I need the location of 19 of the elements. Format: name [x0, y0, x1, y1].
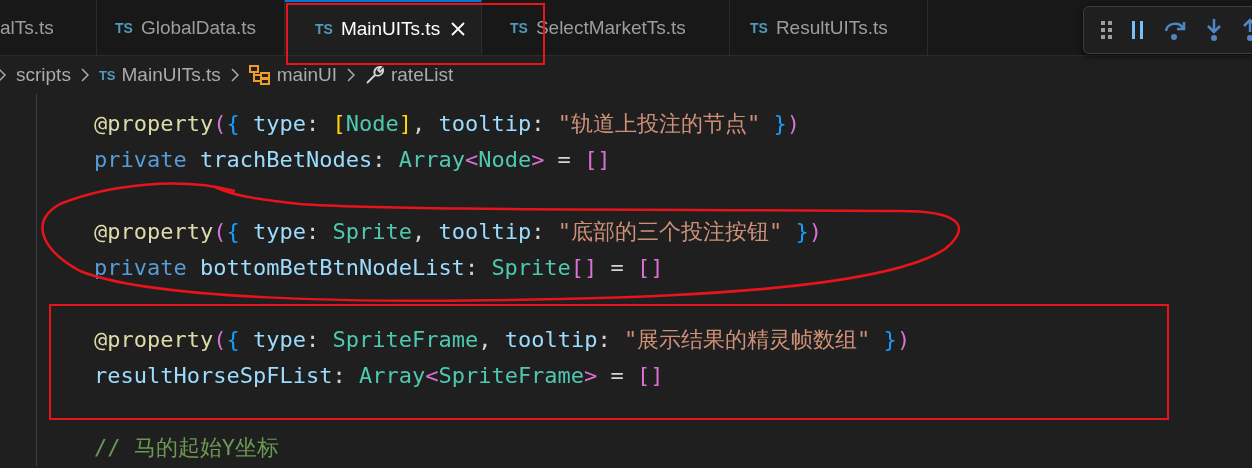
editor-tab[interactable]: alTs.ts — [0, 0, 97, 55]
code-line: @property({ type: [Node], tooltip: "轨道上投注的节点" }) — [94, 111, 800, 136]
breadcrumb-item[interactable]: rateList — [364, 64, 454, 86]
code-line: @property({ type: SpriteFrame, tooltip: "展示结果的精灵帧数组" }) — [94, 327, 911, 352]
code-line: resultHorseSpFList: Array<SpriteFrame> = [] — [94, 363, 664, 388]
breadcrumb-item[interactable]: mainUI — [248, 64, 337, 86]
typescript-file-icon: TS — [315, 20, 333, 37]
breadcrumb-item[interactable]: scripts — [16, 64, 71, 86]
typescript-file-icon: TS — [115, 19, 133, 36]
typescript-file-icon: TS — [750, 19, 768, 36]
typescript-file-icon: TS — [510, 19, 528, 36]
breadcrumb-item[interactable]: TS MainUITs.ts — [98, 64, 221, 86]
editor-tab[interactable]: TS MainUITs.ts — [285, 0, 482, 55]
code-line: // 马的起始Y坐标 — [94, 435, 279, 460]
code-line: private bottomBetBtnNodeList: Sprite[] = [] — [94, 255, 664, 280]
editor-tab[interactable]: TS ResultUITs.ts — [730, 0, 928, 55]
code-line: @property({ type: Sprite, tooltip: "底部的三个投注按钮" }) — [94, 219, 822, 244]
typescript-file-icon: TS — [98, 67, 116, 83]
code-line: private trachBetNodes: Array<Node> = [] — [94, 147, 611, 172]
